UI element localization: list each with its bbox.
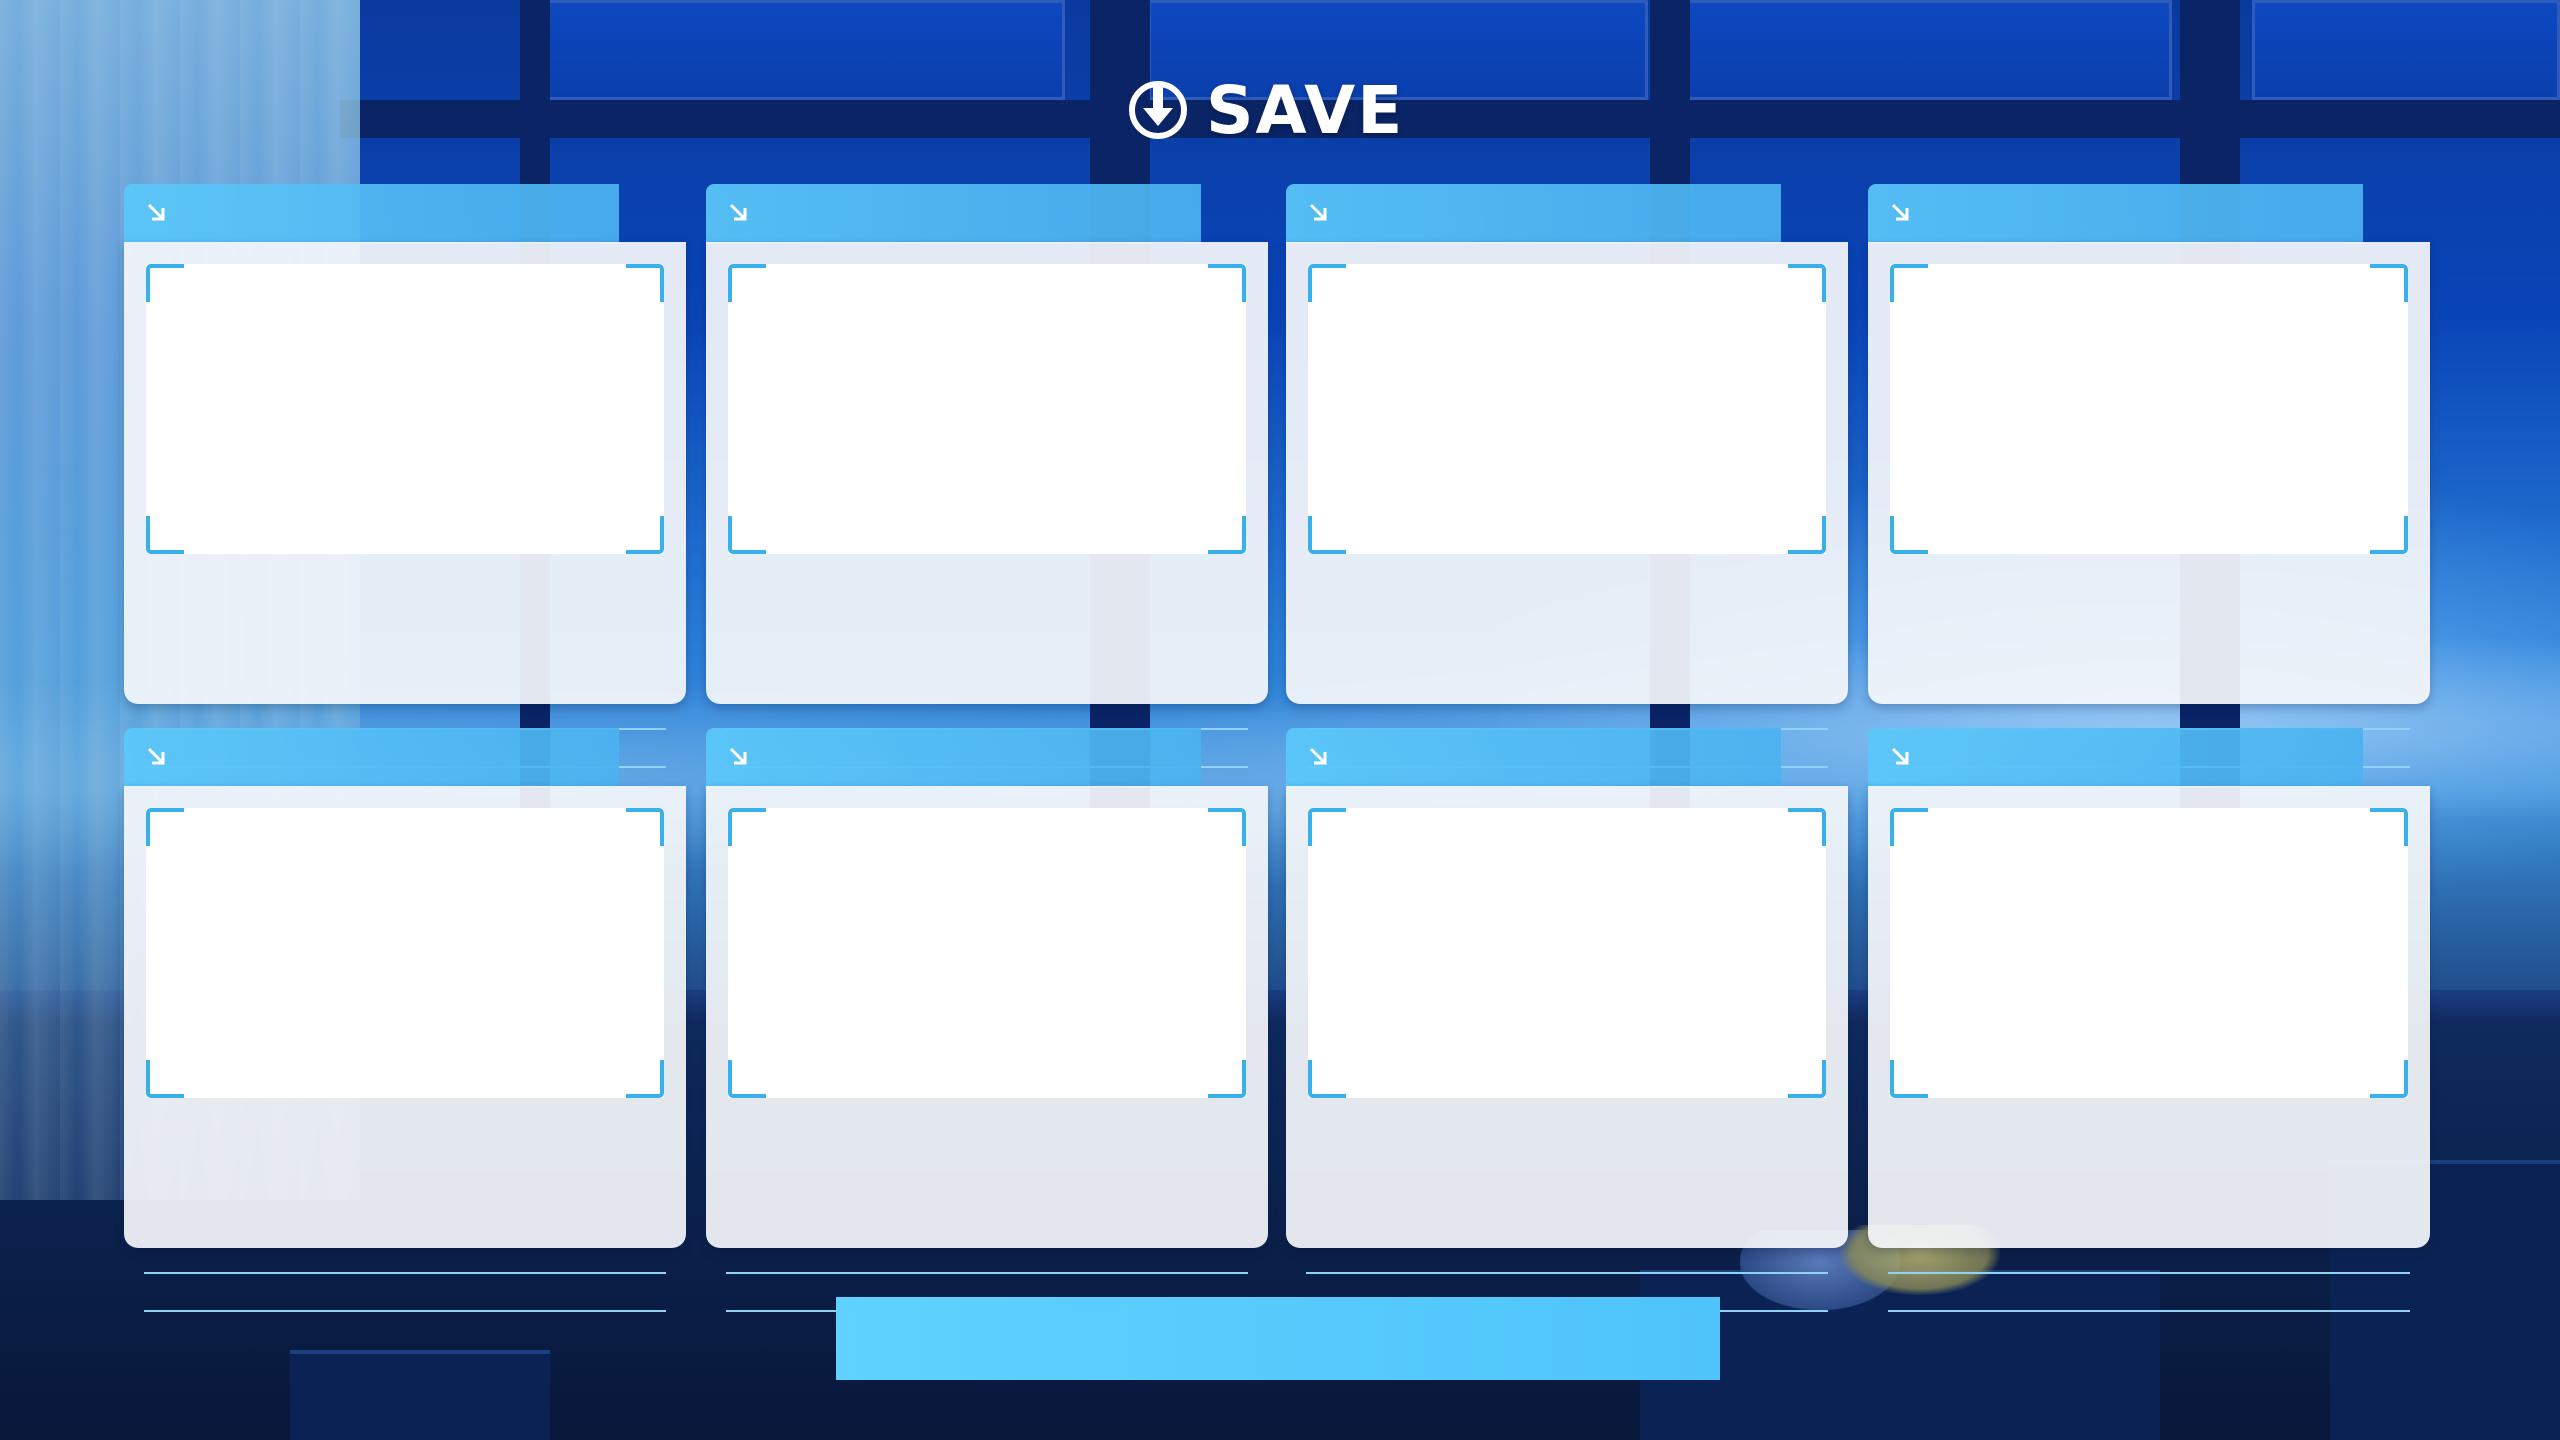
thumbnail-corner xyxy=(728,1060,766,1098)
thumbnail-corner xyxy=(1208,516,1246,554)
thumbnail-corner xyxy=(1308,808,1346,846)
thumbnail-corner xyxy=(1308,516,1346,554)
save-slot-tab xyxy=(706,184,1201,244)
save-slot-tab xyxy=(1286,184,1781,244)
save-slot-divider xyxy=(1306,1272,1828,1274)
save-slot-card xyxy=(706,242,1268,704)
thumbnail-corner xyxy=(626,1060,664,1098)
save-slot-2[interactable] xyxy=(706,184,1268,768)
thumbnail-corner xyxy=(2370,516,2408,554)
save-slot-thumbnail xyxy=(1308,264,1826,554)
save-slot-tab xyxy=(1868,184,2363,244)
save-slot-thumbnail xyxy=(1890,264,2408,554)
save-slot-info-1 xyxy=(148,1240,662,1270)
thumbnail-corner xyxy=(1208,264,1246,302)
thumbnail-corner xyxy=(1788,264,1826,302)
download-circle-icon xyxy=(1129,81,1187,139)
thumbnail-corner xyxy=(146,264,184,302)
save-slot-info-1 xyxy=(1892,1240,2406,1270)
save-slot-card xyxy=(1286,242,1848,704)
save-slot-card xyxy=(1286,786,1848,1248)
save-slot-tab xyxy=(1868,728,2363,788)
page-title-text: SAVE xyxy=(1206,71,1405,149)
save-slot-info-2 xyxy=(148,1278,662,1308)
thumbnail-corner xyxy=(1890,1060,1928,1098)
thumbnail-corner xyxy=(2370,808,2408,846)
thumbnail-corner xyxy=(2370,1060,2408,1098)
thumbnail-corner xyxy=(728,808,766,846)
save-slot-card xyxy=(124,786,686,1248)
save-slot-card xyxy=(1868,786,2430,1248)
save-slot-card xyxy=(124,242,686,704)
save-slot-tab xyxy=(124,728,619,788)
save-slot-info-1 xyxy=(148,696,662,726)
thumbnail-corner xyxy=(1890,516,1928,554)
save-slot-tab xyxy=(124,184,619,244)
arrow-down-right-icon xyxy=(1309,747,1327,765)
bottom-action-bar[interactable] xyxy=(836,1297,1720,1380)
thumbnail-corner xyxy=(1208,808,1246,846)
save-slot-tab xyxy=(706,728,1201,788)
save-slot-info-1 xyxy=(1892,696,2406,726)
save-slot-info-1 xyxy=(1310,696,1824,726)
thumbnail-corner xyxy=(1788,808,1826,846)
arrow-down-right-icon xyxy=(729,747,747,765)
thumbnail-corner xyxy=(146,1060,184,1098)
save-slot-1[interactable] xyxy=(124,184,686,768)
thumbnail-corner xyxy=(1890,808,1928,846)
save-slot-5[interactable] xyxy=(124,728,686,1312)
save-slot-info-2 xyxy=(1892,1278,2406,1308)
save-slot-card xyxy=(706,786,1268,1248)
save-slot-divider xyxy=(144,1310,666,1312)
save-slot-thumbnail xyxy=(728,264,1246,554)
arrow-down-right-icon xyxy=(729,203,747,221)
save-slot-thumbnail xyxy=(146,264,664,554)
save-slot-card xyxy=(1868,242,2430,704)
save-slot-info-1 xyxy=(730,1240,1244,1270)
save-slot-divider xyxy=(1888,1310,2410,1312)
save-slot-thumbnail xyxy=(1890,808,2408,1098)
arrow-down-right-icon xyxy=(1891,203,1909,221)
thumbnail-corner xyxy=(728,516,766,554)
thumbnail-corner xyxy=(626,516,664,554)
save-slot-thumbnail xyxy=(1308,808,1826,1098)
save-slot-3[interactable] xyxy=(1286,184,1848,768)
save-slot-info-1 xyxy=(1310,1240,1824,1270)
thumbnail-corner xyxy=(146,808,184,846)
arrow-down-right-icon xyxy=(1891,747,1909,765)
thumbnail-corner xyxy=(626,264,664,302)
save-slot-thumbnail xyxy=(728,808,1246,1098)
page-title: SAVE xyxy=(1126,70,1404,150)
save-slot-divider xyxy=(726,1272,1248,1274)
thumbnail-corner xyxy=(1788,1060,1826,1098)
thumbnail-corner xyxy=(1890,264,1928,302)
arrow-down-right-icon xyxy=(147,203,165,221)
save-slot-info-1 xyxy=(730,696,1244,726)
arrow-down-right-icon xyxy=(1309,203,1327,221)
thumbnail-corner xyxy=(626,808,664,846)
thumbnail-corner xyxy=(146,516,184,554)
save-slot-8[interactable] xyxy=(1868,728,2430,1312)
save-slot-7[interactable] xyxy=(1286,728,1848,1312)
thumbnail-corner xyxy=(728,264,766,302)
save-slot-4[interactable] xyxy=(1868,184,2430,768)
arrow-down-right-icon xyxy=(147,747,165,765)
save-slot-6[interactable] xyxy=(706,728,1268,1312)
save-slot-divider xyxy=(144,1272,666,1274)
save-slot-thumbnail xyxy=(146,808,664,1098)
thumbnail-corner xyxy=(2370,264,2408,302)
save-screen: SAVE xyxy=(0,0,2560,1440)
thumbnail-corner xyxy=(1788,516,1826,554)
save-slot-tab xyxy=(1286,728,1781,788)
thumbnail-corner xyxy=(1308,264,1346,302)
save-slot-divider xyxy=(1888,1272,2410,1274)
thumbnail-corner xyxy=(1308,1060,1346,1098)
thumbnail-corner xyxy=(1208,1060,1246,1098)
